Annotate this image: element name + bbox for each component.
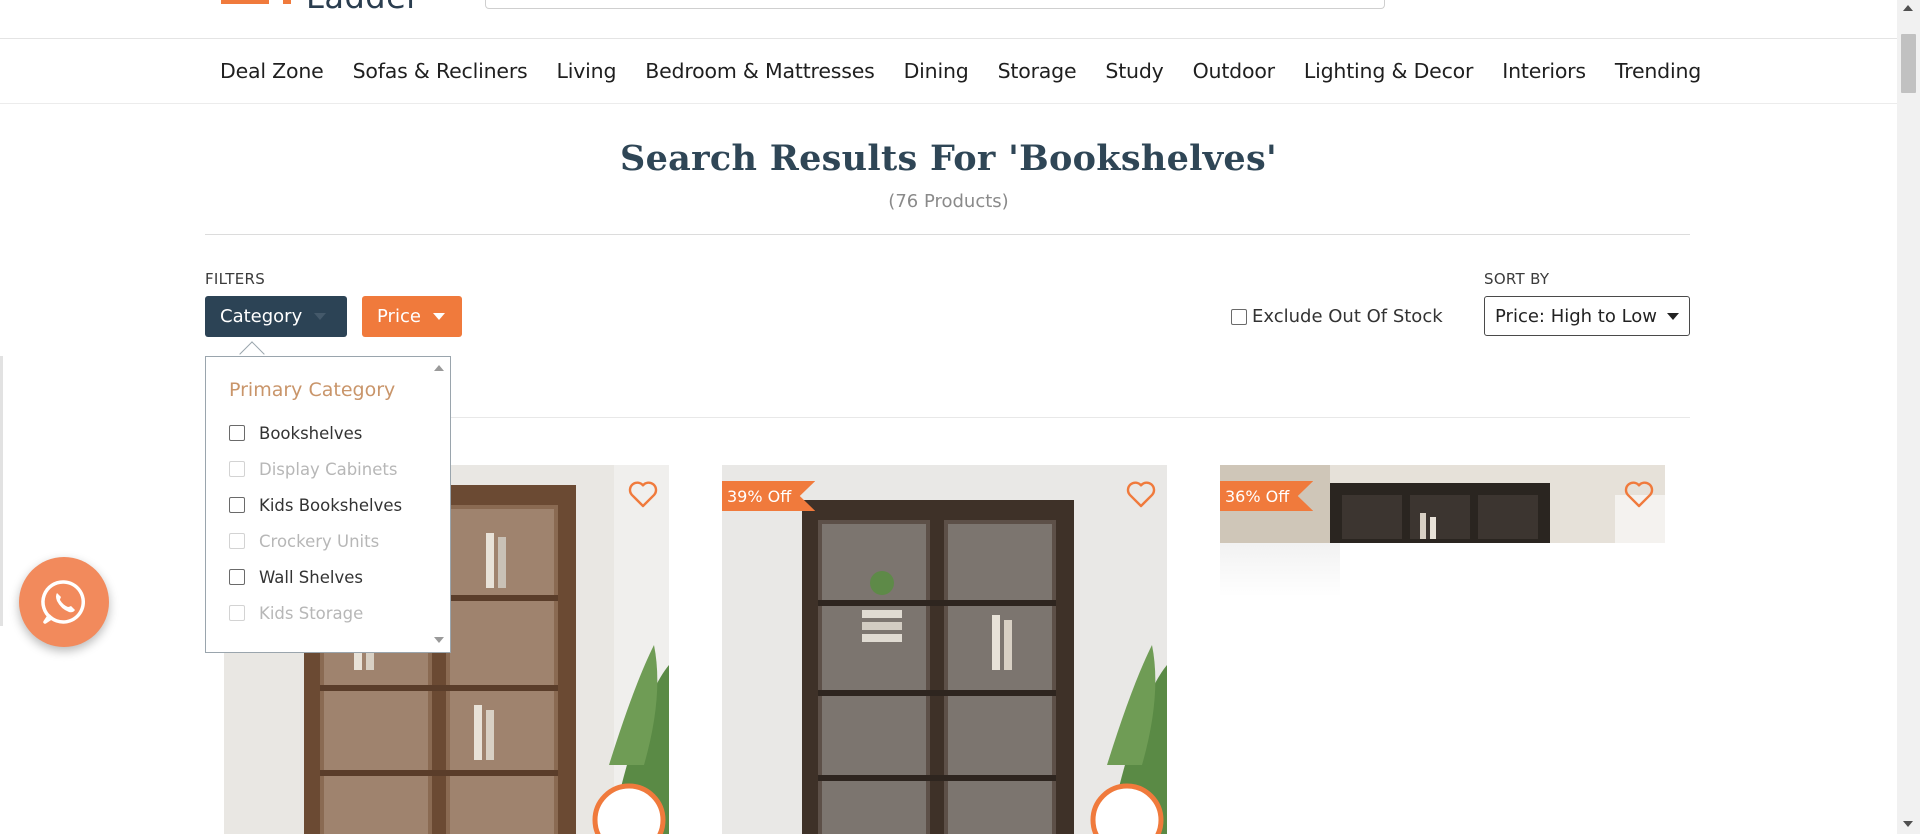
nav-item-lighting-decor[interactable]: Lighting & Decor (1304, 59, 1474, 83)
category-filter-label: Category (220, 306, 303, 327)
category-option-label: Crockery Units (259, 531, 380, 551)
category-option-kids-bookshelves[interactable]: Kids Bookshelves (229, 487, 402, 523)
category-checkbox (229, 533, 245, 549)
primary-category-title: Primary Category (229, 379, 396, 401)
logo-text[interactable]: Ladder (306, 0, 420, 16)
dropdown-scrollbar[interactable] (427, 357, 450, 652)
nav-divider (0, 103, 1897, 104)
chevron-down-icon (1667, 312, 1679, 320)
loading-shadow (1220, 543, 1340, 603)
scroll-up-arrow-icon[interactable] (1903, 5, 1913, 11)
category-checkbox[interactable] (229, 569, 245, 585)
search-input[interactable] (485, 0, 1385, 9)
category-checkbox (229, 605, 245, 621)
heading-divider (205, 234, 1690, 235)
heart-outline-icon[interactable] (1623, 479, 1655, 509)
price-filter-button[interactable]: Price (362, 296, 462, 337)
heart-outline-icon[interactable] (1125, 479, 1157, 509)
price-filter-label: Price (377, 306, 421, 327)
category-option-label: Kids Bookshelves (259, 495, 403, 515)
exclude-out-of-stock-label: Exclude Out Of Stock (1252, 306, 1443, 327)
sort-select[interactable]: Price: High to Low (1484, 296, 1690, 336)
product-image[interactable] (722, 465, 1167, 834)
nav-item-living[interactable]: Living (557, 59, 617, 83)
side-tab (0, 356, 3, 626)
site-header: Ladder (0, 0, 1897, 39)
category-filter-button[interactable]: Category (205, 296, 347, 337)
nav-item-storage[interactable]: Storage (998, 59, 1077, 83)
product-card[interactable]: 36% Off (1220, 465, 1665, 543)
nav-item-dining[interactable]: Dining (904, 59, 969, 83)
category-checkbox[interactable] (229, 497, 245, 513)
nav-item-trending[interactable]: Trending (1615, 59, 1701, 83)
category-options: Primary Category Bookshelves Display Cab… (229, 379, 402, 631)
category-checkbox (229, 461, 245, 477)
scroll-down-arrow-icon[interactable] (1903, 821, 1913, 827)
whatsapp-icon (41, 580, 85, 624)
category-option-wall-shelves[interactable]: Wall Shelves (229, 559, 402, 595)
page-scrollbar[interactable] (1897, 0, 1920, 834)
product-card[interactable]: 39% Off (722, 465, 1167, 834)
chevron-down-icon (432, 313, 445, 320)
category-option-display-cabinets: Display Cabinets (229, 451, 402, 487)
nav-item-bedroom-mattresses[interactable]: Bedroom & Mattresses (645, 59, 875, 83)
category-option-kids-storage: Kids Storage (229, 595, 402, 631)
nav-item-outdoor[interactable]: Outdoor (1193, 59, 1275, 83)
filters-divider (448, 417, 1690, 418)
category-checkbox[interactable] (229, 425, 245, 441)
exclude-out-of-stock-checkbox[interactable] (1231, 308, 1247, 325)
filters-label: FILTERS (205, 270, 266, 288)
main-nav: Deal Zone Sofas & Recliners Living Bedro… (220, 39, 1701, 103)
category-option-label: Display Cabinets (259, 459, 398, 479)
logo-mark[interactable] (221, 0, 269, 4)
nav-item-sofas-recliners[interactable]: Sofas & Recliners (353, 59, 528, 83)
nav-item-study[interactable]: Study (1105, 59, 1163, 83)
sort-by-label: SORT BY (1484, 270, 1550, 288)
category-dropdown: Primary Category Bookshelves Display Cab… (205, 356, 451, 653)
whatsapp-button[interactable] (19, 557, 109, 647)
sort-selected-value: Price: High to Low (1495, 305, 1658, 327)
page-title: Search Results For 'Bookshelves' (620, 138, 1277, 179)
logo-mark-bar (283, 0, 291, 4)
category-option-label: Bookshelves (259, 423, 363, 443)
category-option-label: Wall Shelves (259, 567, 363, 587)
heart-outline-icon[interactable] (627, 479, 659, 509)
product-count: (76 Products) (888, 191, 1009, 212)
scroll-up-arrow-icon[interactable] (434, 365, 444, 371)
category-option-bookshelves[interactable]: Bookshelves (229, 415, 402, 451)
category-option-label: Kids Storage (259, 603, 364, 623)
category-option-crockery-units: Crockery Units (229, 523, 402, 559)
scroll-down-arrow-icon[interactable] (434, 637, 444, 643)
nav-item-deal-zone[interactable]: Deal Zone (220, 59, 324, 83)
exclude-out-of-stock[interactable]: Exclude Out Of Stock (1231, 306, 1443, 327)
chevron-down-icon (314, 313, 327, 320)
scrollbar-thumb[interactable] (1901, 34, 1916, 93)
nav-item-interiors[interactable]: Interiors (1502, 59, 1586, 83)
